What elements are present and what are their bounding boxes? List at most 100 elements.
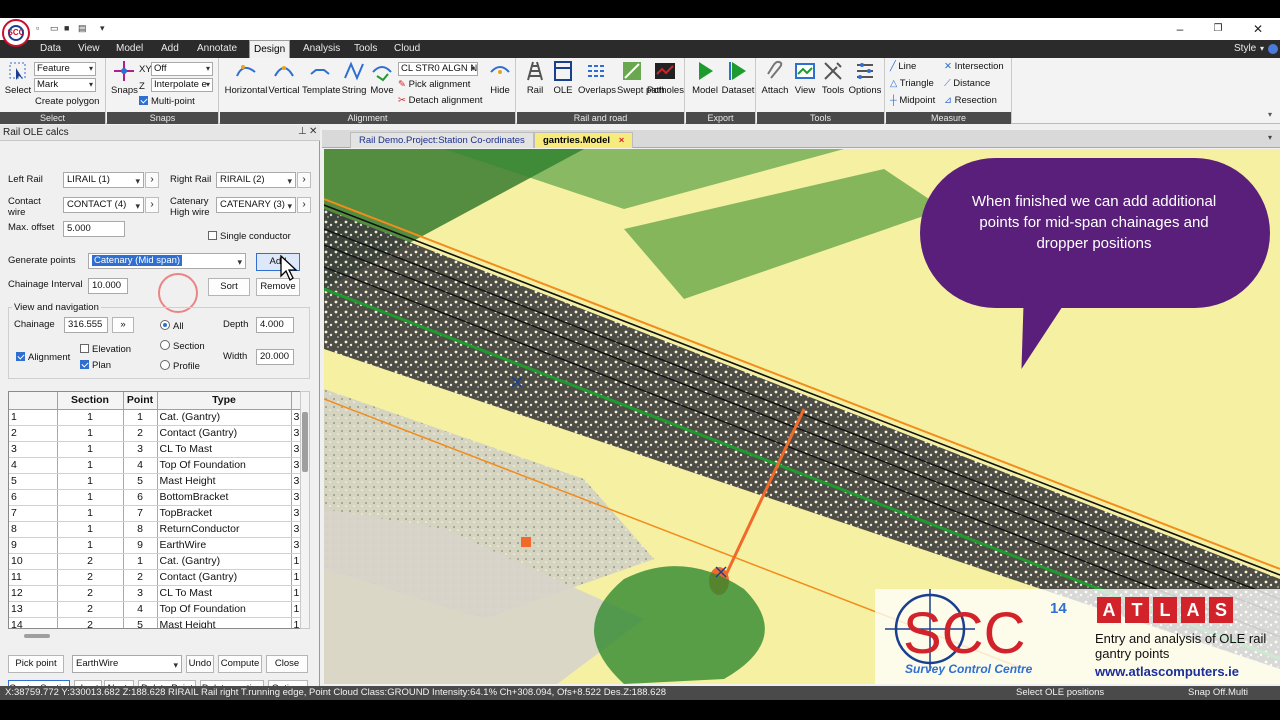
- point-cell[interactable]: 4: [123, 457, 158, 474]
- type-cell[interactable]: BottomBracket: [157, 489, 292, 506]
- tab-annotate[interactable]: Annotate: [193, 40, 241, 58]
- section-cell[interactable]: 1: [57, 441, 124, 458]
- table-row[interactable]: 6 1 6 BottomBracket 3: [9, 489, 307, 506]
- compute-button[interactable]: Compute: [218, 655, 262, 673]
- minimize-icon[interactable]: –: [1172, 21, 1188, 37]
- undo-button[interactable]: Undo: [186, 655, 214, 673]
- gantry-points-table[interactable]: Section Point Type 1 1 1 Cat. (Gantry) 3 2 1 2 C…: [8, 391, 308, 629]
- catenary-arrow-button[interactable]: ›: [297, 197, 311, 213]
- contact-wire-arrow-button[interactable]: ›: [145, 197, 159, 213]
- section-cell[interactable]: 2: [57, 585, 124, 602]
- section-cell[interactable]: 1: [57, 409, 124, 426]
- table-row[interactable]: 2 1 2 Contact (Gantry) 3: [9, 425, 307, 442]
- measure-triangle-button[interactable]: △ Triangle: [890, 78, 934, 89]
- export-dataset-button[interactable]: Dataset: [720, 60, 756, 96]
- section-cell[interactable]: 1: [57, 457, 124, 474]
- type-cell[interactable]: Cat. (Gantry): [157, 553, 292, 570]
- attach-button[interactable]: Attach: [759, 60, 791, 96]
- tab-add[interactable]: Add: [157, 40, 183, 58]
- point-cell[interactable]: 1: [123, 409, 158, 426]
- type-cell[interactable]: Contact (Gantry): [157, 569, 292, 586]
- row-number-cell[interactable]: 8: [9, 521, 58, 538]
- ribbon-collapse-icon[interactable]: ▾: [1268, 110, 1272, 119]
- close-window-icon[interactable]: ✕: [1250, 21, 1266, 37]
- table-row[interactable]: 9 1 9 EarthWire 3: [9, 537, 307, 554]
- horizontal-button[interactable]: Horizontal: [224, 60, 268, 96]
- elevation-checkbox[interactable]: Elevation: [80, 344, 131, 355]
- tab-close-icon[interactable]: ×: [619, 135, 625, 146]
- table-row[interactable]: 11 2 2 Contact (Gantry) 1: [9, 569, 307, 586]
- mark-combo[interactable]: Mark: [34, 78, 96, 92]
- measure-intersection-button[interactable]: ✕ Intersection: [944, 61, 1004, 72]
- table-row[interactable]: 3 1 3 CL To Mast 3: [9, 441, 307, 458]
- right-rail-arrow-button[interactable]: ›: [297, 172, 311, 188]
- export-model-button[interactable]: Model: [688, 60, 722, 96]
- section-cell[interactable]: 2: [57, 553, 124, 570]
- row-number-cell[interactable]: 6: [9, 489, 58, 506]
- z-snap-combo[interactable]: Interpolate e: [151, 78, 213, 92]
- options-button[interactable]: Options: [847, 60, 883, 96]
- type-cell[interactable]: CL To Mast: [157, 585, 292, 602]
- table-row[interactable]: 14 2 5 Mast Height 1: [9, 617, 307, 628]
- table-row[interactable]: 4 1 4 Top Of Foundation 3: [9, 457, 307, 474]
- table-row[interactable]: 1 1 1 Cat. (Gantry) 3: [9, 409, 307, 426]
- measure-distance-button[interactable]: ⟋ Distance: [944, 78, 990, 89]
- generate-points-select[interactable]: Catenary (Mid span): [88, 253, 246, 269]
- tab-list-icon[interactable]: ▾: [1268, 133, 1272, 142]
- row-number-cell[interactable]: 3: [9, 441, 58, 458]
- row-number-cell[interactable]: 12: [9, 585, 58, 602]
- point-cell[interactable]: 2: [123, 569, 158, 586]
- section-cell[interactable]: 1: [57, 489, 124, 506]
- open-folder-icon[interactable]: ▭: [50, 23, 60, 33]
- tools-button[interactable]: Tools: [819, 60, 847, 96]
- point-cell[interactable]: 1: [123, 553, 158, 570]
- section-cell[interactable]: 1: [57, 537, 124, 554]
- create-polygon-button[interactable]: Create polygon: [35, 96, 99, 107]
- print-icon[interactable]: ▤: [78, 23, 88, 33]
- radio-section[interactable]: Section: [160, 340, 205, 352]
- type-cell[interactable]: Top Of Foundation: [157, 601, 292, 618]
- help-icon[interactable]: ▾: [1260, 44, 1264, 53]
- type-cell[interactable]: Mast Height: [157, 617, 292, 628]
- tab-gantries-model[interactable]: gantries.Model ×: [534, 132, 634, 148]
- table-row[interactable]: 10 2 1 Cat. (Gantry) 1: [9, 553, 307, 570]
- vertical-button[interactable]: Vertical: [268, 60, 300, 96]
- feature-combo[interactable]: Feature: [34, 62, 96, 76]
- table-vertical-scrollbar[interactable]: [300, 391, 310, 629]
- row-number-cell[interactable]: 4: [9, 457, 58, 474]
- plan-checkbox[interactable]: Plan: [80, 360, 111, 371]
- pin-icon[interactable]: ⊥: [298, 126, 307, 137]
- point-cell[interactable]: 5: [123, 473, 158, 490]
- row-number-cell[interactable]: 2: [9, 425, 58, 442]
- row-number-cell[interactable]: 9: [9, 537, 58, 554]
- horizontal-scroll-thumb[interactable]: [24, 634, 50, 638]
- section-cell[interactable]: 2: [57, 601, 124, 618]
- chainage-input[interactable]: 316.555: [64, 317, 108, 333]
- contact-wire-select[interactable]: CONTACT (4): [63, 197, 144, 213]
- measure-midpoint-button[interactable]: ┼ Midpoint: [890, 95, 935, 106]
- point-cell[interactable]: 7: [123, 505, 158, 522]
- table-row[interactable]: 5 1 5 Mast Height 3: [9, 473, 307, 490]
- table-row[interactable]: 12 2 3 CL To Mast 1: [9, 585, 307, 602]
- left-rail-arrow-button[interactable]: ›: [145, 172, 159, 188]
- point-cell[interactable]: 6: [123, 489, 158, 506]
- point-cell[interactable]: 3: [123, 585, 158, 602]
- type-cell[interactable]: ReturnConductor: [157, 521, 292, 538]
- new-file-icon[interactable]: ▫: [36, 23, 46, 33]
- type-cell[interactable]: EarthWire: [157, 537, 292, 554]
- width-input[interactable]: 20.000: [256, 349, 294, 365]
- section-cell[interactable]: 2: [57, 569, 124, 586]
- tab-station-coordinates[interactable]: Rail Demo.Project:Station Co-ordinates: [350, 132, 534, 148]
- string-button[interactable]: String: [340, 60, 368, 96]
- section-cell[interactable]: 2: [57, 617, 124, 628]
- info-icon[interactable]: [1268, 44, 1278, 54]
- panel-close-icon[interactable]: ✕: [309, 126, 317, 137]
- pick-point-select[interactable]: EarthWire: [72, 655, 182, 673]
- row-number-cell[interactable]: 7: [9, 505, 58, 522]
- xy-snap-combo[interactable]: Off: [151, 62, 213, 76]
- section-cell[interactable]: 1: [57, 473, 124, 490]
- swept-path-button[interactable]: Swept path: [617, 60, 665, 96]
- type-cell[interactable]: TopBracket: [157, 505, 292, 522]
- table-horizontal-scrollbar[interactable]: [8, 632, 308, 640]
- type-cell[interactable]: Top Of Foundation: [157, 457, 292, 474]
